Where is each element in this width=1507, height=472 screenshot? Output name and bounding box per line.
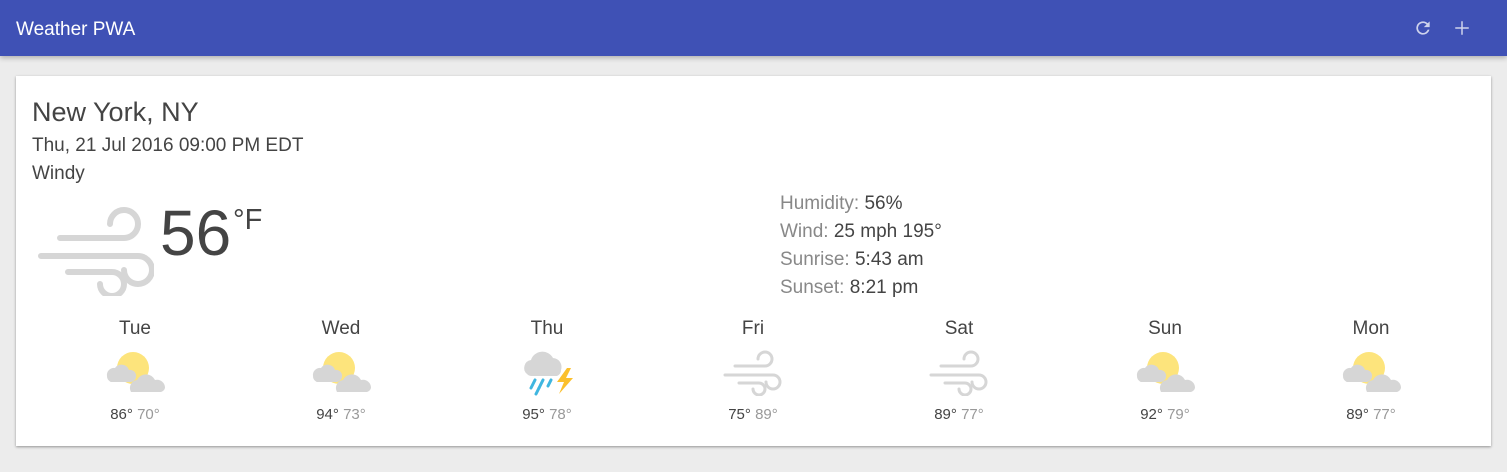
forecast-temps: 89° 77°	[856, 406, 1062, 424]
sunset-row: Sunset: 8:21 pm	[780, 274, 942, 302]
temperature-unit: °F	[233, 204, 263, 236]
current-temperature: 56	[160, 197, 232, 269]
partly-cloudy-icon	[106, 352, 166, 392]
sunset-label: Sunset:	[780, 277, 845, 298]
forecast-high: 75°	[728, 406, 751, 423]
forecast-day-name: Thu	[530, 318, 564, 339]
date-time: Thu, 21 Jul 2016 09:00 PM EDT	[32, 135, 304, 156]
forecast-low: 70°	[137, 406, 160, 423]
windy-icon	[929, 350, 988, 396]
forecast-low: 73°	[343, 406, 366, 423]
windy-icon	[723, 350, 782, 396]
sunset-value: 8:21 pm	[849, 277, 919, 298]
forecast-day-name: Tue	[118, 318, 152, 339]
refresh-icon	[1416, 21, 1430, 35]
forecast-temps: 95° 78°	[444, 406, 650, 424]
forecast-temps: 92° 79°	[1062, 406, 1268, 424]
sunrise-label: Sunrise:	[780, 249, 850, 270]
forecast-day: Wed 94° 73°	[238, 316, 444, 424]
forecast-day-name: Fri	[741, 318, 765, 339]
forecast-day-name: Mon	[1352, 318, 1390, 339]
wind-row: Wind: 25 mph 195°	[780, 218, 942, 246]
forecast-temps: 75° 89°	[650, 406, 856, 424]
wind-label: Wind:	[780, 221, 829, 242]
partly-cloudy-icon	[1136, 352, 1196, 392]
forecast-day: Thu 95° 78°	[444, 316, 650, 424]
partly-cloudy-icon	[1342, 352, 1402, 392]
forecast-high: 89°	[1346, 406, 1369, 423]
forecast-high: 89°	[934, 406, 957, 423]
forecast-low: 77°	[961, 406, 984, 423]
forecast-row: Tue 86° 70° Wed 94° 73° Thu 95° 78° Fri …	[16, 316, 1491, 436]
forecast-high: 94°	[316, 406, 339, 423]
weather-description: Windy	[32, 163, 85, 184]
weather-card: New York, NY Thu, 21 Jul 2016 09:00 PM E…	[16, 76, 1491, 446]
forecast-temps: 86° 70°	[32, 406, 238, 424]
forecast-temps: 94° 73°	[238, 406, 444, 424]
forecast-day: Sun 92° 79°	[1062, 316, 1268, 424]
forecast-low: 79°	[1167, 406, 1190, 423]
refresh-button[interactable]	[1409, 14, 1437, 42]
add-city-button[interactable]	[1448, 14, 1476, 42]
windy-icon	[38, 207, 154, 296]
app-header: Weather PWA	[0, 0, 1507, 56]
sunrise-value: 5:43 am	[854, 249, 924, 270]
city-name: New York, NY	[32, 97, 199, 127]
forecast-low: 78°	[549, 406, 572, 423]
forecast-day-name: Sun	[1148, 318, 1182, 339]
forecast-day-name: Wed	[321, 318, 361, 339]
forecast-temps: 89° 77°	[1268, 406, 1474, 424]
humidity-value: 56%	[864, 193, 903, 214]
forecast-day: Sat 89° 77°	[856, 316, 1062, 424]
forecast-high: 92°	[1140, 406, 1163, 423]
add-icon	[1455, 21, 1469, 35]
forecast-day: Mon 89° 77°	[1268, 316, 1474, 424]
forecast-day: Tue 86° 70°	[32, 316, 238, 424]
forecast-day: Fri 75° 89°	[650, 316, 856, 424]
humidity-label: Humidity:	[780, 193, 860, 214]
sunrise-row: Sunrise: 5:43 am	[780, 246, 942, 274]
forecast-high: 95°	[522, 406, 545, 423]
forecast-low: 89°	[755, 406, 778, 423]
forecast-day-name: Sat	[944, 318, 974, 339]
forecast-high: 86°	[110, 406, 133, 423]
partly-cloudy-icon	[312, 352, 372, 392]
wind-value: 25 mph 195°	[833, 221, 942, 242]
weather-details: Humidity: 56% Wind: 25 mph 195° Sunrise:…	[780, 190, 942, 302]
forecast-low: 77°	[1373, 406, 1396, 423]
app-title: Weather PWA	[16, 19, 136, 40]
humidity-row: Humidity: 56%	[780, 190, 942, 218]
thunderstorm-icon	[524, 351, 573, 396]
